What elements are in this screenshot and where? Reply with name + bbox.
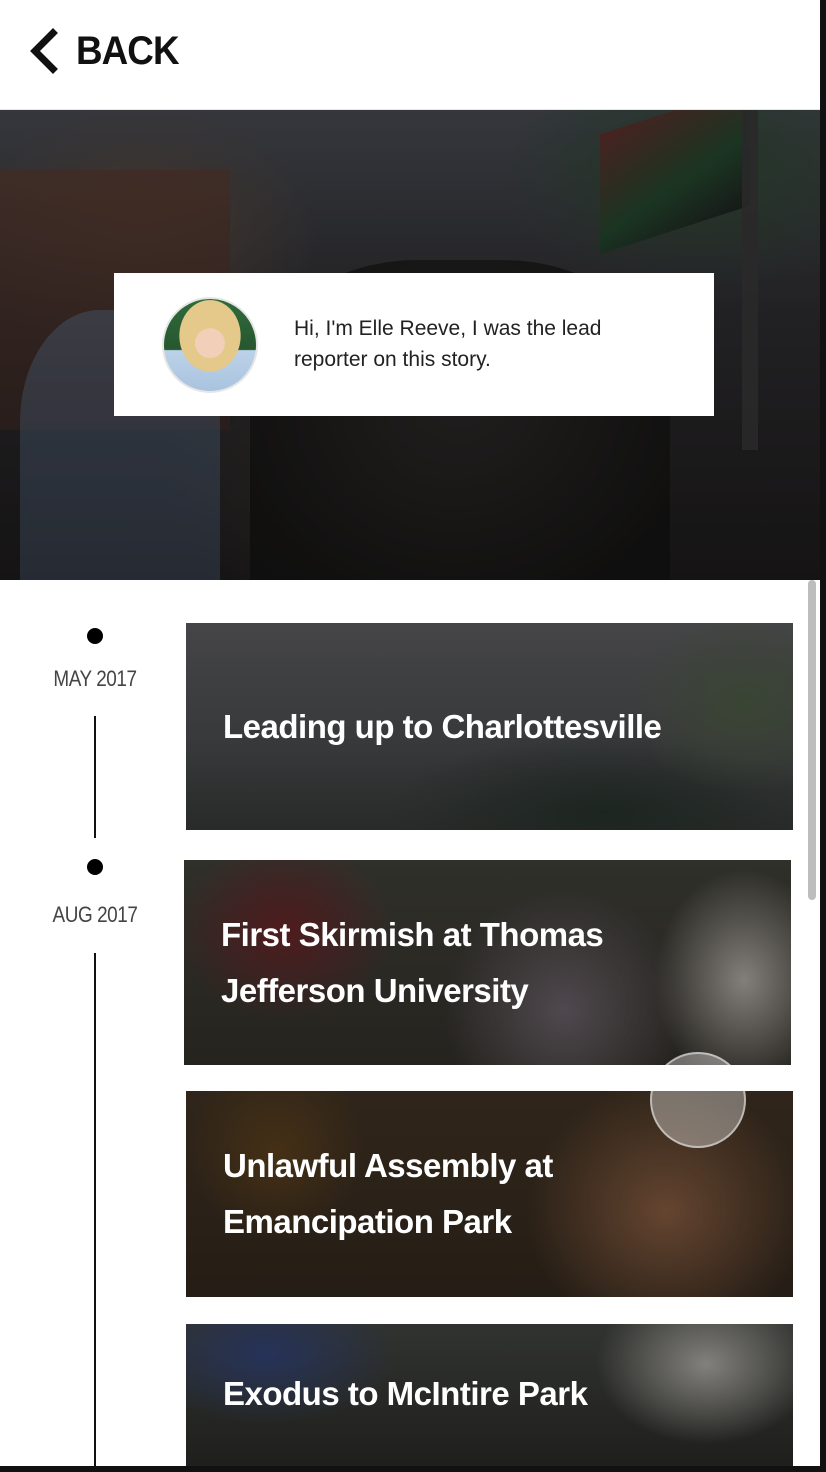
story-card[interactable]: Leading up to Charlottesville [186,623,793,830]
touch-indicator [650,1052,746,1148]
timeline-date: AUG 2017 [52,902,138,927]
scrollbar[interactable] [808,580,816,900]
screen-edge [820,0,826,1472]
chevron-left-icon [30,28,58,74]
timeline-line [94,716,96,838]
reporter-intro: Hi, I'm Elle Reeve, I was the lead repor… [294,317,602,371]
timeline-date: MAY 2017 [53,666,137,691]
top-bar: BACK [0,0,826,110]
story-title: Exodus to McIntire Park [223,1375,588,1412]
reporter-avatar [162,297,258,393]
reporter-card[interactable]: Hi, I'm Elle Reeve, I was the lead repor… [114,273,714,416]
story-title: Leading up to Charlottesville [223,707,662,745]
back-button[interactable]: BACK [26,26,188,76]
story-card[interactable]: First Skirmish at Thomas Jefferson Unive… [184,860,791,1065]
story-card[interactable]: Exodus to McIntire Park [186,1324,793,1472]
story-title: First Skirmish at Thomas Jefferson Unive… [221,915,604,1009]
timeline-dot [87,859,103,875]
back-label: BACK [76,28,180,73]
timeline-line [94,953,96,1472]
screen-edge [0,1466,826,1472]
timeline-dot [87,628,103,644]
